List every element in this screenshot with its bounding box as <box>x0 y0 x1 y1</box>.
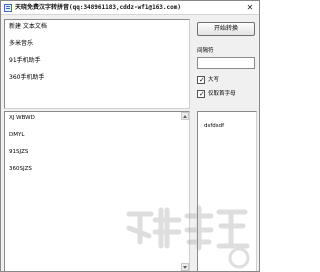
input-line: 多米音乐 <box>9 40 34 47</box>
checkmark-icon: ✓ <box>199 90 205 98</box>
uppercase-label: 大写 <box>208 77 220 83</box>
output-line: 360SJZS <box>9 166 32 172</box>
output-line: 91SJZS <box>9 149 29 155</box>
arrow-up-icon <box>183 115 187 118</box>
initials-label: 仅取首字母 <box>208 91 236 97</box>
uppercase-option[interactable]: ✓ 大写 <box>197 75 257 85</box>
scroll-up-button[interactable] <box>181 112 189 120</box>
input-line: 360手机助手 <box>9 74 45 81</box>
main-window: 天晓免费汉字转拼音(qq:348961183,cddz-wf1@163.com)… <box>0 0 260 272</box>
separator-label: 间隔符 <box>197 48 214 54</box>
title-bar[interactable]: 天晓免费汉字转拼音(qq:348961183,cddz-wf1@163.com)… <box>1 1 259 15</box>
initials-checkbox[interactable]: ✓ <box>197 90 205 98</box>
input-line: 新建 文本文档 <box>9 23 47 30</box>
separator-input[interactable] <box>197 57 255 69</box>
output-line: XJ WBWD <box>9 115 35 121</box>
convert-button[interactable]: 开始转换 <box>197 22 255 36</box>
input-textbox[interactable]: 新建 文本文档 多米音乐 91手机助手 360手机助手 <box>4 19 190 109</box>
initials-option[interactable]: ✓ 仅取首字母 <box>197 89 257 99</box>
app-icon <box>4 4 12 12</box>
close-button[interactable]: ✕ <box>244 3 256 13</box>
checkmark-icon: ✓ <box>199 76 205 84</box>
watermark-logo <box>126 205 250 269</box>
uppercase-checkbox[interactable]: ✓ <box>197 76 205 84</box>
right-line: dsfdsdf <box>204 123 225 129</box>
window-title: 天晓免费汉字转拼音(qq:348961183,cddz-wf1@163.com) <box>15 4 181 11</box>
input-line: 91手机助手 <box>9 57 41 64</box>
output-line: DMYL <box>9 132 25 138</box>
